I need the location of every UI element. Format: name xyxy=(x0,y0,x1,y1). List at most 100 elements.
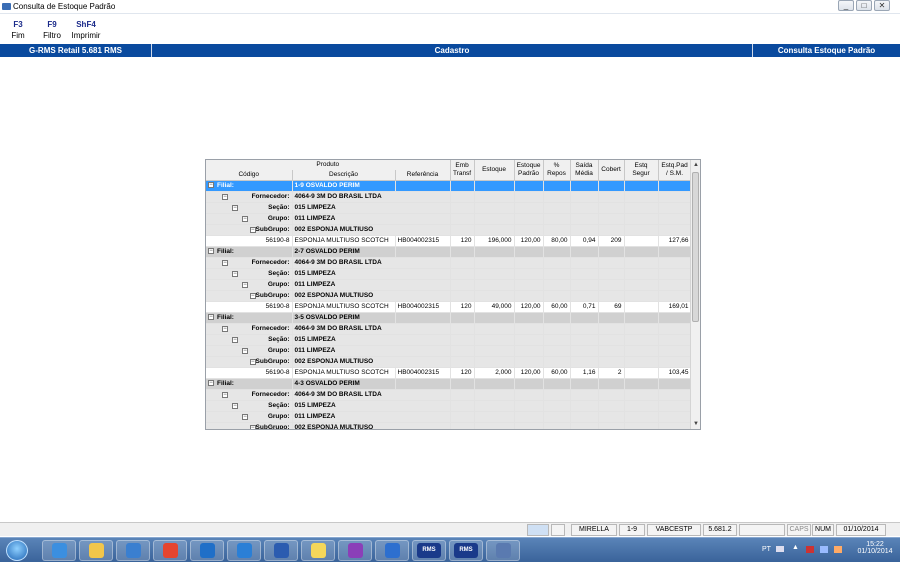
fornecedor-row[interactable]: − Fornecedor: 4064-9 3M DO BRASIL LTDA xyxy=(206,191,692,203)
imprimir-button[interactable]: ShF4 Imprimir xyxy=(68,20,104,40)
secao-row[interactable]: − Seção: 015 LIMPEZA xyxy=(206,202,692,214)
volume-icon[interactable] xyxy=(834,546,842,553)
subgrupo-row[interactable]: − SubGrupo: 002 ESPONJA MULTIUSO xyxy=(206,224,692,236)
subgrupo-value: 002 ESPONJA MULTIUSO xyxy=(292,356,451,368)
collapse-toggle-icon[interactable]: − xyxy=(242,347,248,354)
collapse-toggle-icon[interactable]: − xyxy=(222,325,228,332)
collapse-toggle-icon[interactable]: − xyxy=(242,215,248,222)
grupo-row[interactable]: − Grupo: 011 LIMPEZA xyxy=(206,213,692,225)
show-hidden-icons-icon[interactable]: ▲ xyxy=(792,544,799,551)
taskbar-app-button[interactable] xyxy=(116,540,150,561)
header-estoque-padrao[interactable]: Estoque Padrão xyxy=(514,160,544,181)
header-codigo[interactable]: Código xyxy=(206,170,293,181)
cell-emb: 120 xyxy=(450,367,475,379)
taskbar-app-button[interactable] xyxy=(264,540,298,561)
module-header-bar: G-RMS Retail 5.681 RMS Cadastro Consulta… xyxy=(0,44,900,57)
taskbar-app-button[interactable] xyxy=(190,540,224,561)
filial-row[interactable]: − Filial: 4-3 OSVALDO PERIM xyxy=(206,378,692,390)
cell-estoque: 2,000 xyxy=(474,367,515,379)
collapse-toggle-icon[interactable]: − xyxy=(232,336,238,343)
subgrupo-row[interactable]: − SubGrupo: 002 ESPONJA MULTIUSO xyxy=(206,356,692,368)
scroll-down-arrow-icon[interactable]: ▼ xyxy=(691,419,700,429)
product-row[interactable]: 56190-8 ESPONJA MULTIUSO SCOTCH HB00400231… xyxy=(206,367,692,379)
taskbar-app-button[interactable] xyxy=(79,540,113,561)
header-saida-media[interactable]: Saída Média xyxy=(570,160,599,181)
collapse-toggle-icon[interactable]: − xyxy=(208,247,214,254)
collapse-toggle-icon[interactable]: − xyxy=(222,259,228,266)
header-pct-repos[interactable]: % Repos xyxy=(543,160,571,181)
grupo-label-wrap: − Grupo: xyxy=(208,214,290,224)
collapse-toggle-icon[interactable]: − xyxy=(208,313,214,320)
filial-empty-cell xyxy=(514,180,544,192)
header-cobert[interactable]: Cobert xyxy=(598,160,625,181)
vertical-scrollbar[interactable]: ▲ ▼ xyxy=(690,160,700,429)
collapse-toggle-icon[interactable]: − xyxy=(222,193,228,200)
collapse-toggle-icon[interactable]: − xyxy=(222,391,228,398)
taskbar-app-button[interactable] xyxy=(375,540,409,561)
header-estq-segur[interactable]: Estq Segur xyxy=(624,160,659,181)
maximize-button[interactable]: □ xyxy=(856,0,872,11)
subgrupo-empty-cell xyxy=(543,422,571,429)
taskbar-app-button[interactable]: RMS xyxy=(412,540,446,561)
taskbar-app-button[interactable] xyxy=(227,540,261,561)
header-referencia[interactable]: Referência xyxy=(395,170,451,181)
product-row[interactable]: 56190-8 ESPONJA MULTIUSO SCOTCH HB00400231… xyxy=(206,301,692,313)
fornecedor-empty-cell xyxy=(658,389,692,401)
stock-grid[interactable]: Produto Emb Transf Estoque Estoque Padrão … xyxy=(205,159,701,430)
filial-row[interactable]: − Filial: 1-9 OSVALDO PERIM xyxy=(206,180,692,192)
subgrupo-label: SubGrupo: xyxy=(255,423,290,430)
collapse-toggle-icon[interactable]: − xyxy=(242,413,248,420)
secao-row[interactable]: − Seção: 015 LIMPEZA xyxy=(206,334,692,346)
header-emb-transf[interactable]: Emb Transf xyxy=(450,160,475,181)
subgrupo-label: SubGrupo: xyxy=(255,357,290,365)
fim-button[interactable]: F3 Fim xyxy=(8,20,28,40)
close-button[interactable]: ✕ xyxy=(874,0,890,11)
taskbar-app-button[interactable] xyxy=(338,540,372,561)
scroll-up-arrow-icon[interactable]: ▲ xyxy=(691,160,700,170)
grupo-row[interactable]: − Grupo: 011 LIMPEZA xyxy=(206,345,692,357)
product-row[interactable]: 56190-8 ESPONJA MULTIUSO SCOTCH HB00400231… xyxy=(206,235,692,247)
collapse-toggle-icon[interactable]: − xyxy=(232,204,238,211)
taskbar-app-button[interactable] xyxy=(153,540,187,561)
network-tray-icon[interactable] xyxy=(820,546,828,553)
start-button[interactable] xyxy=(6,540,28,561)
taskbar-app-button[interactable] xyxy=(486,540,520,561)
taskbar-app-button[interactable] xyxy=(301,540,335,561)
header-estq-pad-sm[interactable]: Estq.Pad / S.M. xyxy=(658,160,692,181)
grupo-row[interactable]: − Grupo: 011 LIMPEZA xyxy=(206,279,692,291)
grupo-empty-cell xyxy=(450,345,475,357)
action-center-icon[interactable] xyxy=(806,546,814,553)
grupo-row[interactable]: − Grupo: 011 LIMPEZA xyxy=(206,411,692,423)
fornecedor-empty-cell xyxy=(450,389,475,401)
filtro-button[interactable]: F9 Filtro xyxy=(40,20,64,40)
taskbar-app-button[interactable]: RMS xyxy=(449,540,483,561)
fornecedor-row[interactable]: − Fornecedor: 4064-9 3M DO BRASIL LTDA xyxy=(206,257,692,269)
secao-value: 015 LIMPEZA xyxy=(292,334,451,346)
secao-row[interactable]: − Seção: 015 LIMPEZA xyxy=(206,268,692,280)
keyboard-layout-icon[interactable] xyxy=(776,546,784,552)
collapse-toggle-icon[interactable]: − xyxy=(232,270,238,277)
collapse-toggle-icon[interactable]: − xyxy=(208,181,214,188)
collapse-toggle-icon[interactable]: − xyxy=(242,281,248,288)
secao-row[interactable]: − Seção: 015 LIMPEZA xyxy=(206,400,692,412)
collapse-toggle-icon[interactable]: − xyxy=(208,379,214,386)
collapse-toggle-icon[interactable]: − xyxy=(232,402,238,409)
subgrupo-empty-cell xyxy=(570,356,599,368)
subgrupo-row[interactable]: − SubGrupo: 002 ESPONJA MULTIUSO xyxy=(206,290,692,302)
header-estoque[interactable]: Estoque xyxy=(474,160,515,181)
secao-label-wrap: − Seção: xyxy=(208,401,290,411)
grupo-empty-cell xyxy=(624,279,659,291)
taskbar-app-button[interactable] xyxy=(42,540,76,561)
subgrupo-row[interactable]: − SubGrupo: 002 ESPONJA MULTIUSO xyxy=(206,422,692,430)
filial-row[interactable]: − Filial: 2-7 OSVALDO PERIM xyxy=(206,246,692,258)
fkey-f9: F9 xyxy=(47,20,57,29)
minimize-button[interactable]: _ xyxy=(838,0,854,11)
fornecedor-row[interactable]: − Fornecedor: 4064-9 3M DO BRASIL LTDA xyxy=(206,389,692,401)
tray-language[interactable]: PT xyxy=(762,546,771,553)
subgrupo-label-wrap: − SubGrupo: xyxy=(208,291,290,301)
filial-row[interactable]: − Filial: 3-5 OSVALDO PERIM xyxy=(206,312,692,324)
tray-clock[interactable]: 15:22 01/10/2014 xyxy=(854,541,896,555)
fornecedor-row[interactable]: − Fornecedor: 4064-9 3M DO BRASIL LTDA xyxy=(206,323,692,335)
header-descricao[interactable]: Descrição xyxy=(292,170,396,181)
scroll-thumb[interactable] xyxy=(692,172,699,322)
